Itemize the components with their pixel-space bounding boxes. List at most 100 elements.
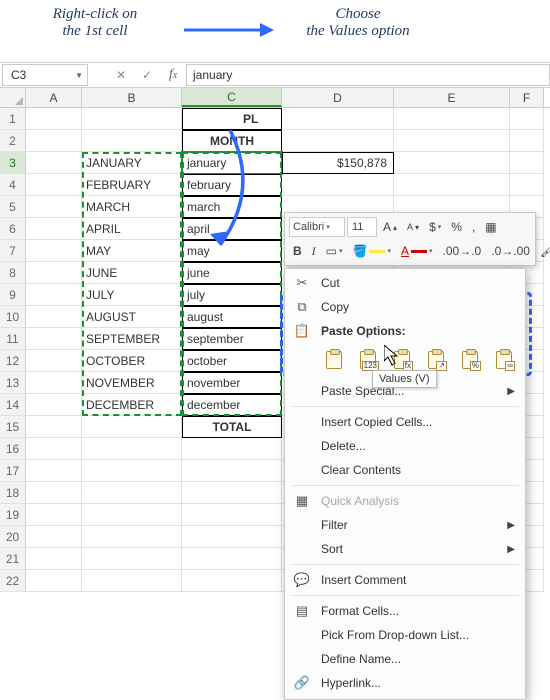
cell-B4[interactable]: FEBRUARY <box>82 174 182 196</box>
cell-A20[interactable] <box>26 526 82 548</box>
cell-B8[interactable]: JUNE <box>82 262 182 284</box>
row-header[interactable]: 1 <box>0 108 26 130</box>
cell-D2[interactable] <box>282 130 394 152</box>
ctx-insert-comment[interactable]: 💬 Insert Comment <box>285 568 525 592</box>
cell-B3[interactable]: JANUARY <box>82 152 182 174</box>
cell-A14[interactable] <box>26 394 82 416</box>
cell-A12[interactable] <box>26 350 82 372</box>
accept-formula-icon[interactable]: ✓ <box>134 64 160 86</box>
cell-A19[interactable] <box>26 504 82 526</box>
row-header[interactable]: 22 <box>0 570 26 592</box>
cell-E4[interactable] <box>394 174 510 196</box>
cell-C4[interactable]: february <box>182 174 282 196</box>
name-box[interactable]: C3 ▼ <box>2 64 88 86</box>
cell-B6[interactable]: APRIL <box>82 218 182 240</box>
ctx-clear-contents[interactable]: Clear Contents <box>285 458 525 482</box>
cell-A8[interactable] <box>26 262 82 284</box>
cell-F2[interactable] <box>510 130 544 152</box>
cell-C21[interactable] <box>182 548 282 570</box>
format-painter-icon[interactable]: 🖌 <box>536 243 550 259</box>
cell-B20[interactable] <box>82 526 182 548</box>
cell-A16[interactable] <box>26 438 82 460</box>
formula-input[interactable]: january <box>186 64 550 86</box>
cell-E1[interactable] <box>394 108 510 130</box>
comma-format-icon[interactable]: , <box>468 219 479 235</box>
cell-B13[interactable]: NOVEMBER <box>82 372 182 394</box>
cell-C3[interactable]: january <box>182 152 282 174</box>
italic-button[interactable]: I <box>308 243 320 260</box>
cell-C20[interactable] <box>182 526 282 548</box>
paste-option-link[interactable]: ∞ <box>491 347 517 373</box>
row-header[interactable]: 13 <box>0 372 26 394</box>
col-header-A[interactable]: A <box>26 88 82 107</box>
row-header[interactable]: 9 <box>0 284 26 306</box>
cell-B15[interactable] <box>82 416 182 438</box>
cell-B9[interactable]: JULY <box>82 284 182 306</box>
cell-B5[interactable]: MARCH <box>82 196 182 218</box>
border-button[interactable]: ▭▾ <box>322 243 347 259</box>
row-header[interactable]: 2 <box>0 130 26 152</box>
font-color-button[interactable]: A▾ <box>397 243 437 259</box>
cell-A9[interactable] <box>26 284 82 306</box>
ctx-pick-list[interactable]: Pick From Drop-down List... <box>285 623 525 647</box>
cell-C22[interactable] <box>182 570 282 592</box>
percent-format-icon[interactable]: % <box>447 219 466 235</box>
cell-C19[interactable] <box>182 504 282 526</box>
row-header[interactable]: 7 <box>0 240 26 262</box>
cell-C9[interactable]: july <box>182 284 282 306</box>
row-header[interactable]: 6 <box>0 218 26 240</box>
row-header[interactable]: 11 <box>0 328 26 350</box>
cell-A2[interactable] <box>26 130 82 152</box>
cell-B1[interactable] <box>82 108 182 130</box>
cell-D4[interactable] <box>282 174 394 196</box>
row-header[interactable]: 8 <box>0 262 26 284</box>
cell-A15[interactable] <box>26 416 82 438</box>
cell-E2[interactable] <box>394 130 510 152</box>
fx-icon[interactable]: fx <box>160 64 186 86</box>
cell-C7[interactable]: may <box>182 240 282 262</box>
ctx-copy[interactable]: ⧉ Copy <box>285 295 525 319</box>
accounting-format-icon[interactable]: $▾ <box>425 219 445 235</box>
ctx-filter[interactable]: Filter ▶ <box>285 513 525 537</box>
cell-F4[interactable] <box>510 174 544 196</box>
ctx-delete[interactable]: Delete... <box>285 434 525 458</box>
col-header-C[interactable]: C <box>182 88 282 107</box>
cell-C14[interactable]: december <box>182 394 282 416</box>
paste-option-paste[interactable] <box>321 347 347 373</box>
cancel-formula-icon[interactable]: ✕ <box>108 64 134 86</box>
col-header-B[interactable]: B <box>82 88 182 107</box>
cell-A17[interactable] <box>26 460 82 482</box>
cell-B12[interactable]: OCTOBER <box>82 350 182 372</box>
row-header[interactable]: 16 <box>0 438 26 460</box>
ctx-insert-copied[interactable]: Insert Copied Cells... <box>285 410 525 434</box>
cell-C8[interactable]: june <box>182 262 282 284</box>
cell-A21[interactable] <box>26 548 82 570</box>
cell-B14[interactable]: DECEMBER <box>82 394 182 416</box>
cell-B19[interactable] <box>82 504 182 526</box>
cell-A22[interactable] <box>26 570 82 592</box>
cell-C16[interactable] <box>182 438 282 460</box>
row-header[interactable]: 21 <box>0 548 26 570</box>
cell-A5[interactable] <box>26 196 82 218</box>
font-size-selector[interactable]: 11 <box>347 217 377 237</box>
row-header[interactable]: 20 <box>0 526 26 548</box>
cell-A11[interactable] <box>26 328 82 350</box>
col-header-F[interactable]: F <box>510 88 544 107</box>
cell-A7[interactable] <box>26 240 82 262</box>
cell-B7[interactable]: MAY <box>82 240 182 262</box>
col-header-D[interactable]: D <box>282 88 394 107</box>
ctx-format-cells[interactable]: ▤ Format Cells... <box>285 599 525 623</box>
row-header[interactable]: 15 <box>0 416 26 438</box>
cell-C2[interactable]: MONTH <box>182 130 282 152</box>
cell-B2[interactable] <box>82 130 182 152</box>
col-header-E[interactable]: E <box>394 88 510 107</box>
cell-C12[interactable]: october <box>182 350 282 372</box>
row-header[interactable]: 10 <box>0 306 26 328</box>
cell-F1[interactable] <box>510 108 544 130</box>
cell-C10[interactable]: august <box>182 306 282 328</box>
row-header[interactable]: 3 <box>0 152 26 174</box>
ctx-sort[interactable]: Sort ▶ <box>285 537 525 561</box>
cell-D3[interactable] <box>282 152 394 174</box>
cell-C5[interactable]: march <box>182 196 282 218</box>
cell-E3[interactable] <box>394 152 510 174</box>
